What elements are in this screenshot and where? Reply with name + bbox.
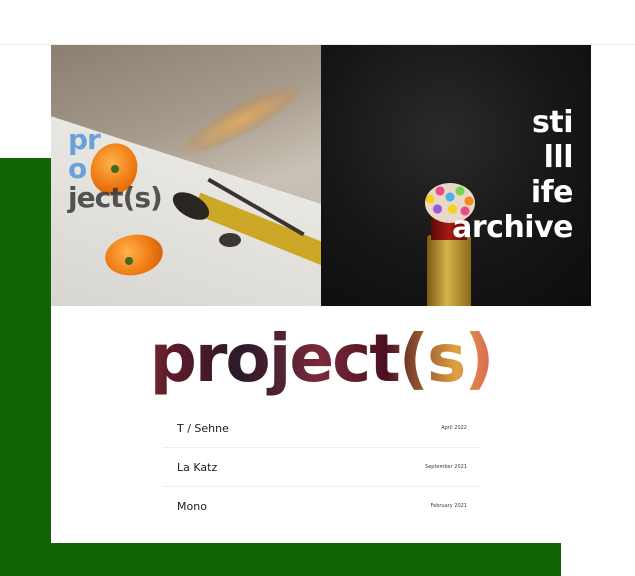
hero-image-still-life-archive[interactable]: sti lll ife archive bbox=[321, 45, 591, 306]
project-row[interactable]: T / Sehne April 2022 bbox=[163, 409, 481, 448]
project-card: pr o ject(s) sti lll ife archive project… bbox=[51, 45, 591, 543]
hero-image-projects[interactable]: pr o ject(s) bbox=[51, 45, 321, 306]
light-streak bbox=[172, 73, 310, 167]
green-block-bottom bbox=[0, 543, 561, 576]
project-row[interactable]: Mono February 2021 bbox=[163, 487, 481, 525]
hero-right-line-3: ife bbox=[530, 175, 574, 210]
hero-right-line-4: archive bbox=[452, 210, 573, 245]
hero-left-line-3: ject(s) bbox=[68, 181, 163, 214]
project-title: T / Sehne bbox=[177, 421, 229, 435]
lipstick-tube bbox=[427, 235, 471, 306]
project-date: September 2021 bbox=[425, 464, 467, 470]
project-row[interactable]: La Katz September 2021 bbox=[163, 448, 481, 487]
project-title: Mono bbox=[177, 499, 207, 513]
hero-left-title: pr o ject(s) bbox=[68, 123, 163, 214]
poppy-center bbox=[125, 257, 133, 265]
green-block-left bbox=[0, 158, 52, 576]
projects-logo: project(s) bbox=[51, 319, 591, 399]
project-date: April 2022 bbox=[441, 425, 467, 431]
hero-left-line-2: o bbox=[68, 152, 87, 185]
project-title: La Katz bbox=[177, 460, 218, 474]
top-bar bbox=[0, 0, 635, 45]
hero-right-line-1: sti bbox=[532, 105, 573, 140]
hero-right-line-2: lll bbox=[543, 140, 574, 175]
spoon-small bbox=[219, 233, 241, 247]
hero-right-title: sti lll ife archive bbox=[452, 105, 573, 245]
project-list: T / Sehne April 2022 La Katz September 2… bbox=[163, 409, 481, 525]
project-date: February 2021 bbox=[430, 503, 467, 509]
hero-left-line-1: pr bbox=[68, 123, 101, 156]
